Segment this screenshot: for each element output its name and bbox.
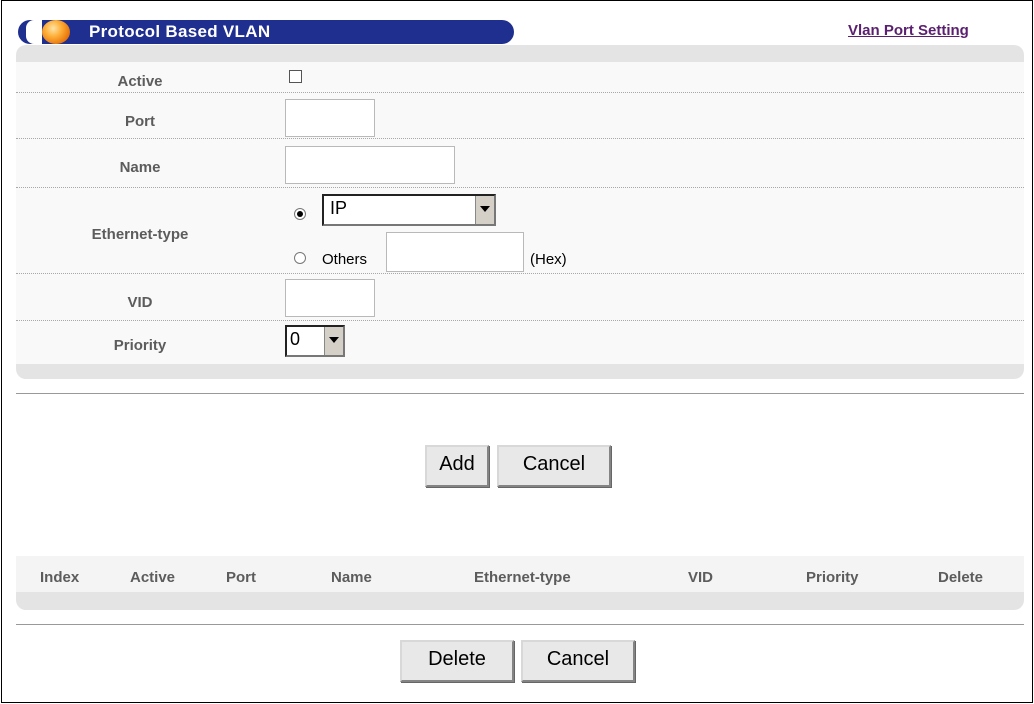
divider-bottom bbox=[16, 624, 1024, 625]
priority-value: 0 bbox=[290, 329, 301, 349]
cancel-button[interactable]: Cancel bbox=[497, 445, 611, 487]
port-input[interactable] bbox=[285, 99, 375, 137]
ethernet-type-others-radio[interactable] bbox=[294, 252, 306, 264]
chevron-down-icon[interactable] bbox=[475, 196, 494, 224]
page-title: Protocol Based VLAN bbox=[89, 22, 271, 41]
port-label: Port bbox=[125, 113, 155, 130]
column-vid: VID bbox=[688, 569, 714, 586]
divider-top bbox=[16, 393, 1024, 394]
ethernet-type-value: IP bbox=[330, 198, 348, 218]
vid-label: VID bbox=[127, 294, 153, 311]
cancel-table-button[interactable]: Cancel bbox=[521, 640, 635, 682]
name-label: Name bbox=[119, 159, 161, 176]
vid-input[interactable] bbox=[285, 279, 375, 317]
column-delete: Delete bbox=[938, 569, 984, 586]
others-hex-input[interactable] bbox=[386, 232, 524, 272]
others-label: Others bbox=[322, 251, 368, 268]
priority-select[interactable]: 0 bbox=[285, 325, 345, 357]
delete-button[interactable]: Delete bbox=[400, 640, 514, 682]
active-checkbox[interactable] bbox=[289, 70, 302, 83]
column-port: Port bbox=[226, 569, 256, 586]
vlan-port-setting-link[interactable]: Vlan Port Setting bbox=[848, 22, 969, 39]
orange-orb-icon bbox=[42, 20, 70, 44]
active-label: Active bbox=[117, 73, 163, 90]
hex-label: (Hex) bbox=[530, 251, 567, 268]
column-priority: Priority bbox=[806, 569, 859, 586]
header-cap bbox=[26, 20, 42, 44]
column-name: Name bbox=[331, 569, 372, 586]
ethernet-type-select[interactable]: IP bbox=[322, 194, 496, 226]
column-ethernet-type: Ethernet-type bbox=[474, 569, 571, 586]
add-button[interactable]: Add bbox=[425, 445, 489, 487]
column-index: Index bbox=[40, 569, 80, 586]
name-input[interactable] bbox=[285, 146, 455, 184]
column-active: Active bbox=[130, 569, 176, 586]
ethernet-type-ip-radio[interactable] bbox=[294, 208, 306, 220]
ethernet-type-label: Ethernet-type bbox=[91, 226, 189, 243]
chevron-down-icon[interactable] bbox=[324, 327, 343, 355]
priority-label: Priority bbox=[113, 337, 167, 354]
